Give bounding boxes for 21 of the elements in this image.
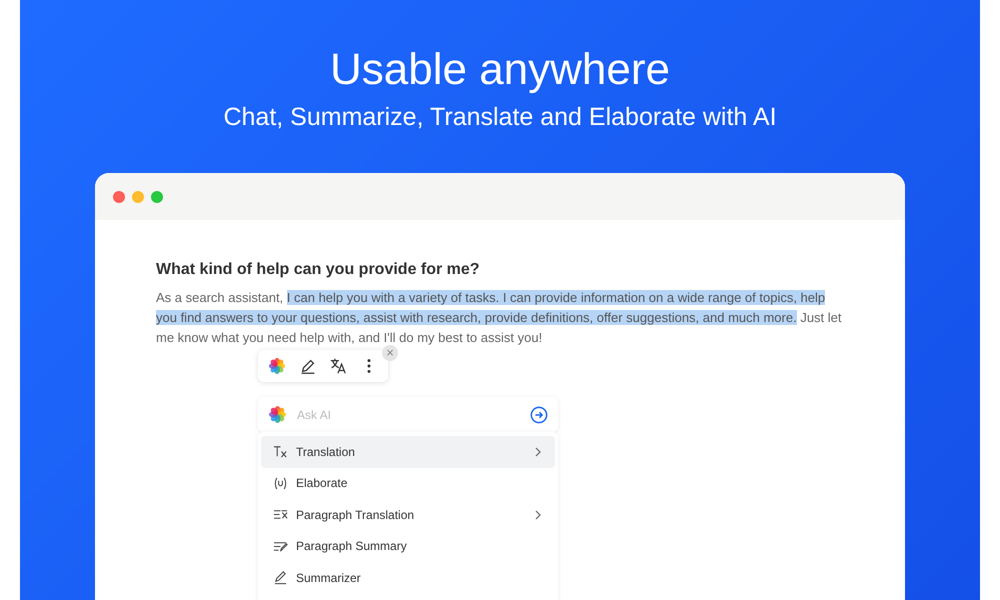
question-heading: What kind of help can you provide for me?	[156, 260, 481, 280]
window-control-dot[interactable]	[113, 190, 125, 202]
hero-title: Usable anywhere	[330, 44, 670, 96]
flower-logo-icon	[268, 405, 287, 424]
brackets-icon	[273, 476, 288, 491]
text-translate-icon	[273, 444, 288, 460]
pen-icon	[273, 570, 288, 586]
window-control-dot[interactable]	[151, 190, 163, 202]
flower-logo-icon[interactable]	[268, 357, 286, 375]
menu-item[interactable]: Paragraph Translation	[261, 499, 555, 530]
answer-paragraph: As a search assistant, I can help you with a variety of tasks. I can provide information on a wide range of topics, help you find answers to your questions, assist with research, provide definitions, offer suggestions, and much more. Just let me know what you need help with, and I'll do my best to assist you!	[156, 289, 842, 347]
ask-ai-field[interactable]: Ask AI	[295, 406, 522, 422]
send-icon[interactable]	[530, 406, 548, 424]
menu-item[interactable]: Paragraph Summary	[261, 530, 555, 562]
menu-item[interactable]: Translation	[261, 436, 555, 468]
menu-item[interactable]: Elaborate	[261, 468, 555, 499]
window-control-dot[interactable]	[132, 190, 144, 202]
pen-icon[interactable]	[298, 357, 317, 375]
menu-item[interactable]: Summarizer	[261, 562, 555, 594]
translate-icon[interactable]	[329, 357, 348, 375]
hero-subtitle: Chat, Summarize, Translate and Elaborate with AI	[223, 102, 777, 133]
